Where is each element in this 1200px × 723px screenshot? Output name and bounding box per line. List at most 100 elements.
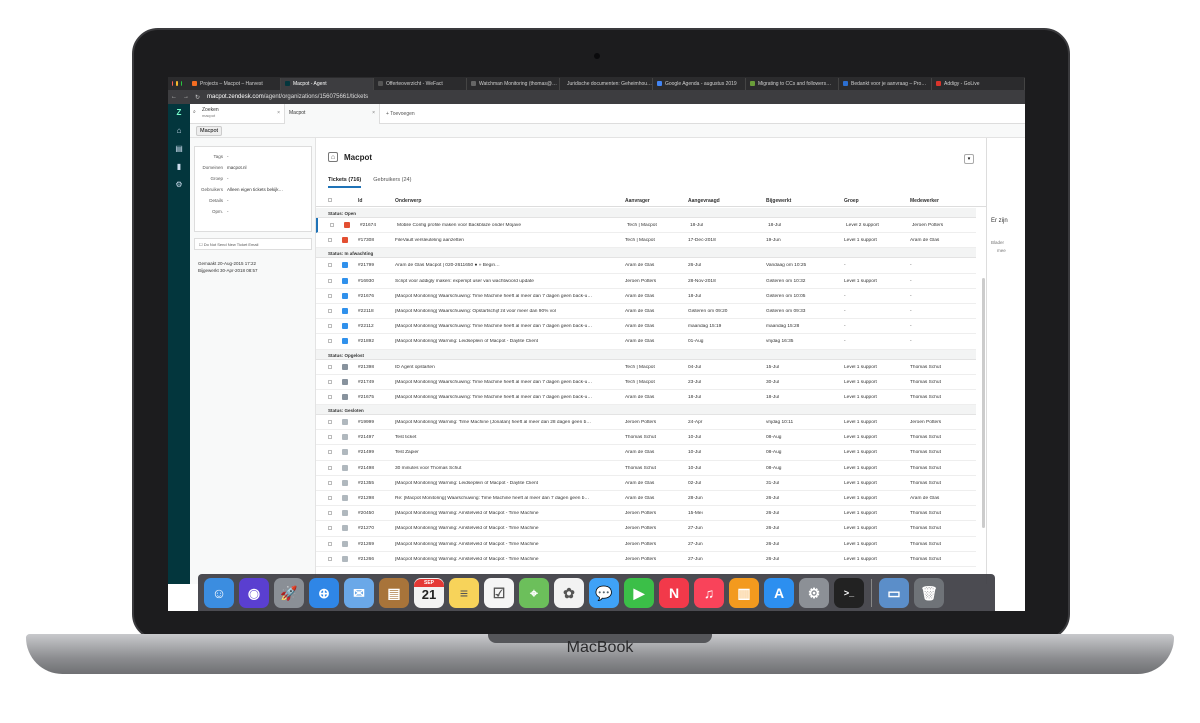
property-row[interactable]: Domeinen macpot.nl — [195, 162, 311, 173]
table-row[interactable]: #21674 Mobile Config profile maken voor B… — [316, 218, 976, 234]
property-row[interactable]: Tags - — [195, 151, 311, 162]
row-checkbox[interactable] — [328, 511, 332, 516]
admin-gear-icon[interactable]: ⚙ — [168, 176, 190, 194]
table-row[interactable]: #21355 [Macpot Monitoring] Warning: Leids… — [316, 476, 976, 491]
property-value[interactable]: - — [227, 176, 229, 181]
table-cell[interactable]: Script voor addigly maken: expempt user … — [395, 279, 620, 284]
table-row[interactable]: #21498 30 minutes voor Thomas Schut Thomas… — [316, 461, 976, 476]
property-value[interactable]: - — [227, 154, 229, 159]
org-tab[interactable]: Macpot × — [285, 104, 380, 124]
table-row[interactable]: #21749 [Macpot Monitoring] Waarschuwing: … — [316, 375, 976, 390]
table-row[interactable]: #21675 [Macpot Monitoring] Waarschuwing: … — [316, 390, 976, 406]
row-checkbox[interactable] — [328, 339, 332, 344]
close-window-icon[interactable] — [172, 81, 174, 86]
browser-tab[interactable]: Migrating to CCs and followers… — [746, 77, 839, 90]
table-cell[interactable]: Re: [Macpot Monitoring] Waarschuwing: Ti… — [395, 496, 620, 501]
chevron-down-icon[interactable]: ▾ — [964, 154, 974, 164]
calendar-icon[interactable]: SEP 21 — [414, 577, 444, 608]
table-cell[interactable]: Test Zapier — [395, 450, 620, 455]
browser-tab[interactable]: Google Agenda - augustus 2019 — [653, 77, 746, 90]
table-row[interactable]: #21269 [Macpot Monitoring] Warning: Amste… — [316, 537, 976, 552]
siri-icon[interactable]: ◉ — [239, 577, 269, 608]
reporting-icon[interactable]: ▮ — [168, 158, 190, 176]
forward-icon[interactable]: → — [180, 94, 192, 100]
launchpad-icon[interactable]: 🚀 — [274, 577, 304, 608]
row-checkbox[interactable] — [330, 223, 334, 227]
table-cell[interactable]: [Macpot Monitoring] Warning: Amstelveld … — [395, 526, 620, 531]
close-tab-icon[interactable]: × — [372, 110, 375, 116]
table-cell[interactable]: Aram de Glas Macpot | 020-2611650 ● » Be… — [395, 263, 620, 268]
table-row[interactable]: #17308 FileVault versleuteling aanzetten T… — [316, 233, 976, 249]
table-cell[interactable]: 30 minutes voor Thomas Schut — [395, 466, 620, 471]
row-checkbox[interactable] — [328, 308, 332, 313]
row-checkbox[interactable] — [328, 420, 332, 425]
tab-tickets[interactable]: Tickets (716) — [328, 177, 362, 188]
facetime-icon[interactable]: ▶ — [624, 577, 654, 608]
reminders-icon[interactable]: ☑ — [484, 577, 514, 608]
add-tab-button[interactable]: + Toevoegen — [380, 104, 421, 123]
close-tab-icon[interactable]: × — [277, 110, 280, 116]
table-cell[interactable]: ID Agent opstarten — [395, 365, 620, 370]
row-checkbox[interactable] — [328, 541, 332, 546]
header-requester[interactable]: Aanvrager — [625, 198, 650, 204]
header-assignee[interactable]: Medewerker — [910, 198, 939, 204]
table-row[interactable]: #21497 Test ticket Thomas Schut 10-Jul 08-Au… — [316, 430, 976, 446]
mail-icon[interactable]: ✉ — [344, 577, 374, 608]
reload-icon[interactable]: ↻ — [192, 94, 203, 101]
table-cell[interactable]: [Macpot Monitoring] Warning: Amstelveld … — [395, 557, 620, 562]
table-cell[interactable]: Test ticket — [395, 435, 620, 440]
do-not-send-checkbox[interactable]: ☐ Do Not Send New Ticket Email — [194, 238, 312, 250]
row-checkbox[interactable] — [328, 324, 332, 329]
property-value[interactable]: Alleen eigen tickets bekijk… — [227, 187, 283, 192]
row-checkbox[interactable] — [328, 480, 332, 485]
table-row[interactable]: #20450 [Macpot Monitoring] Warning: Amste… — [316, 506, 976, 522]
table-cell[interactable]: [Macpot Monitoring] Warning: Leidseplein… — [395, 481, 620, 486]
browser-tab[interactable]: Watchman Monitoring (thomas@… — [467, 77, 560, 90]
table-cell[interactable]: [Macpot Monitoring] Warning: Amstelveld … — [395, 542, 620, 547]
table-row[interactable]: #21398 ID Agent opstarten Tech | Macpot 04-… — [316, 360, 976, 375]
search-tab[interactable]: ⌕ Zoeken macpot × — [190, 104, 285, 124]
scrollbar[interactable] — [982, 278, 985, 528]
trash-icon[interactable]: 🗑 — [914, 577, 944, 608]
table-cell[interactable]: [Macpot Monitoring] Waarschuwing: Time M… — [395, 294, 620, 299]
table-row[interactable]: #19999 [Macpot Monitoring] Warning: Time … — [316, 415, 976, 431]
browser-tab[interactable]: Projects – Macpot – Harvest — [188, 77, 281, 90]
appstore-icon[interactable]: A — [764, 577, 794, 608]
table-row[interactable]: #21892 [Macpot Monitoring] Warning: Leids… — [316, 334, 976, 350]
browser-tab[interactable]: Bedankt voor je aanvraag – Pro… — [839, 77, 932, 90]
property-row[interactable]: Details - — [195, 195, 311, 206]
table-row[interactable]: #21676 [Macpot Monitoring] Waarschuwing: … — [316, 289, 976, 304]
home-icon[interactable]: ⌂ — [168, 122, 190, 140]
row-checkbox[interactable] — [328, 556, 332, 561]
system-preferences-icon[interactable]: ⚙ — [799, 577, 829, 608]
row-checkbox[interactable] — [328, 496, 332, 500]
property-row[interactable]: Opm. - — [195, 206, 311, 217]
table-cell[interactable]: Mobile Config profile maken voor Backbla… — [397, 223, 622, 228]
header-id[interactable]: Id — [358, 198, 362, 204]
table-row[interactable]: #22112 [Macpot Monitoring] Waarschuwing: … — [316, 319, 976, 335]
finder-icon[interactable]: ☺ — [204, 577, 234, 608]
row-checkbox[interactable] — [328, 263, 332, 268]
browser-tab[interactable]: Juridische documenten: Geheimhou… — [560, 77, 653, 90]
table-cell[interactable]: FileVault versleuteling aanzetten — [395, 238, 620, 243]
header-subject[interactable]: Onderwerp — [395, 198, 421, 204]
row-checkbox[interactable] — [328, 450, 332, 455]
row-checkbox[interactable] — [328, 526, 332, 531]
tab-users[interactable]: Gebruikers (24) — [373, 177, 411, 188]
row-checkbox[interactable] — [328, 465, 332, 470]
row-checkbox[interactable] — [328, 278, 332, 283]
back-icon[interactable]: ← — [168, 94, 180, 100]
maximize-window-icon[interactable] — [180, 81, 182, 86]
row-checkbox[interactable] — [328, 238, 332, 243]
views-icon[interactable]: ▤ — [168, 140, 190, 158]
table-cell[interactable]: [Macpot Monitoring] Waarschuwing: Time M… — [395, 395, 620, 400]
table-row[interactable]: #21499 Test Zapier Aram de Glas 10-Jul 08-Au… — [316, 445, 976, 461]
browser-tab[interactable]: Macpot - Agent — [280, 77, 374, 90]
table-cell[interactable]: [Macpot Monitoring] Waarschuwing: Time M… — [395, 380, 620, 385]
table-cell[interactable]: [Macpot Monitoring] Warning: Amstelveld … — [395, 511, 620, 516]
header-group[interactable]: Groep — [844, 198, 859, 204]
books-icon[interactable]: ▥ — [729, 577, 759, 608]
browser-tab[interactable]: Offerteoverzicht - WeFact — [374, 77, 467, 90]
messages-icon[interactable]: 💬 — [589, 577, 619, 608]
header-requested[interactable]: Aangevraagd — [688, 198, 720, 204]
